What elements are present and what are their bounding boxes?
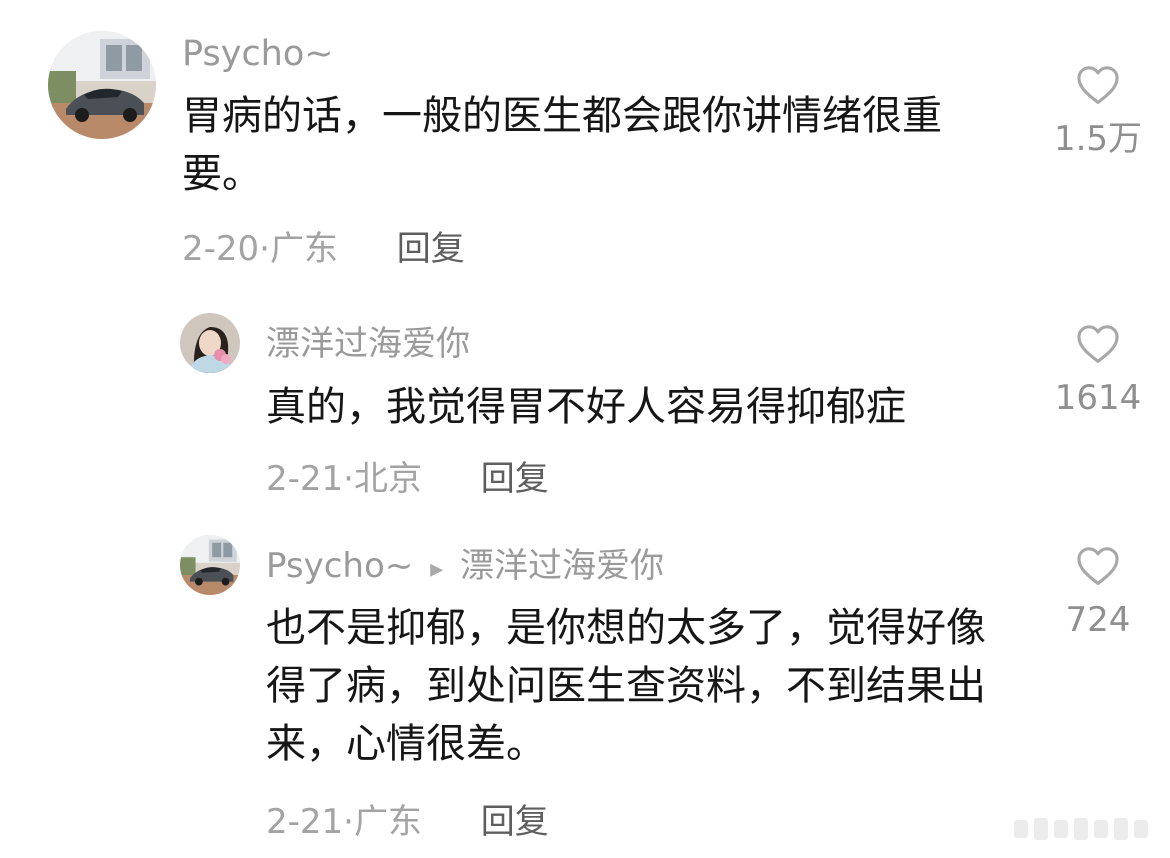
reply-to-username[interactable]: 漂洋过海爱你 <box>460 546 664 586</box>
like-count: 1.5万 <box>1053 119 1143 159</box>
comment-username[interactable]: 漂洋过海爱你 <box>266 327 470 361</box>
watermark-logo-icon <box>1014 818 1148 840</box>
comment-text: 真的，我觉得胃不好人容易得抑郁症 <box>266 384 906 430</box>
meta-separator: · <box>343 802 354 842</box>
reply-button[interactable]: 回复 <box>481 459 549 499</box>
comment-username[interactable]: Psycho~ <box>266 546 413 586</box>
reply-button[interactable]: 回复 <box>481 802 549 842</box>
heart-outline-icon <box>1077 66 1119 104</box>
heart-outline-icon <box>1077 547 1119 585</box>
like-button[interactable] <box>1076 64 1120 110</box>
meta-separator: · <box>259 229 270 269</box>
comment-text: 胃病的话，一般的医生都会跟你讲情绪很重要。 <box>182 93 942 197</box>
comment-date: 2-21 <box>266 802 344 842</box>
avatar-car-image <box>48 31 156 139</box>
avatar[interactable] <box>48 31 156 139</box>
avatar[interactable] <box>180 535 240 595</box>
reply-button[interactable]: 回复 <box>397 229 465 269</box>
like-count: 724 <box>1065 600 1131 640</box>
comment-meta: 2-20·广东 回复 <box>182 232 465 266</box>
comment-meta: 2-21·广东 回复 <box>266 805 549 839</box>
comment-date: 2-20 <box>182 229 260 269</box>
comment-location: 北京 <box>353 459 422 499</box>
comment-location: 广东 <box>269 229 338 269</box>
meta-separator: · <box>343 459 354 499</box>
watermark <box>1010 812 1160 846</box>
reply-header: Psycho~ ▸ 漂洋过海爱你 <box>266 549 664 583</box>
avatar-person-image <box>180 313 240 373</box>
like-count: 1614 <box>1054 378 1142 418</box>
comment-text: 也不是抑郁，是你想的太多了，觉得好像得了病，到处问医生查资料，不到结果出来，心情… <box>266 605 986 767</box>
like-button[interactable] <box>1076 545 1120 591</box>
heart-outline-icon <box>1077 325 1119 363</box>
comment-date: 2-21 <box>266 459 344 499</box>
like-button[interactable] <box>1076 323 1120 369</box>
comment-location: 广东 <box>353 802 422 842</box>
avatar-car-image <box>180 535 240 595</box>
avatar[interactable] <box>180 313 240 373</box>
comment-meta: 2-21·北京 回复 <box>266 462 549 496</box>
comment-username[interactable]: Psycho~ <box>182 37 334 72</box>
reply-arrow-icon: ▸ <box>430 554 444 584</box>
